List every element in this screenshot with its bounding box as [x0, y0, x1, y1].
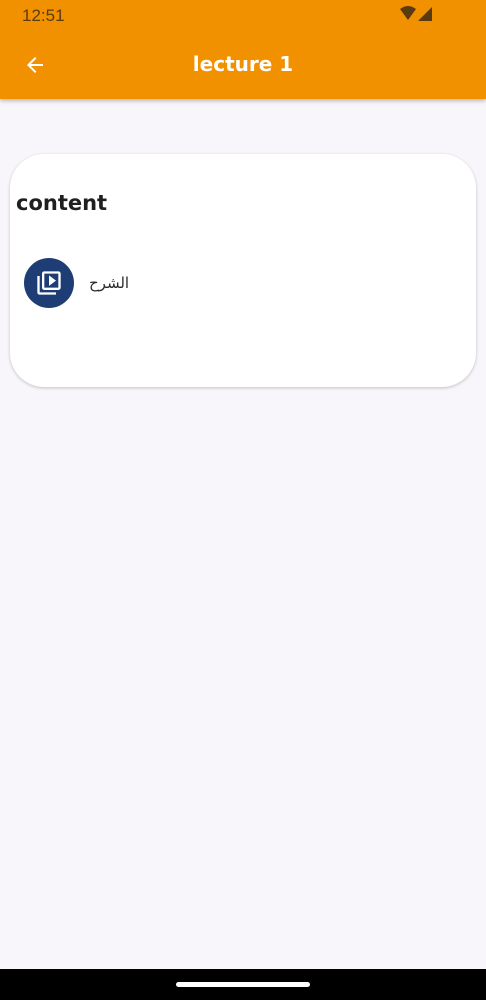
home-gesture-handle[interactable] [176, 982, 310, 987]
video-avatar [24, 258, 74, 308]
video-library-icon [37, 271, 61, 295]
app-bar: 12:51 lecture 1 [0, 0, 486, 99]
list-item-explanation[interactable]: الشرح [24, 257, 464, 309]
card-heading: content [16, 191, 108, 215]
system-navigation-bar [0, 969, 486, 1000]
signal-icon [418, 7, 432, 21]
status-time: 12:51 [22, 6, 65, 25]
wifi-icon [400, 6, 416, 20]
content-card: content الشرح [10, 154, 476, 387]
list-item-label: الشرح [89, 274, 130, 292]
status-icons [398, 6, 434, 24]
page-title: lecture 1 [192, 52, 294, 76]
